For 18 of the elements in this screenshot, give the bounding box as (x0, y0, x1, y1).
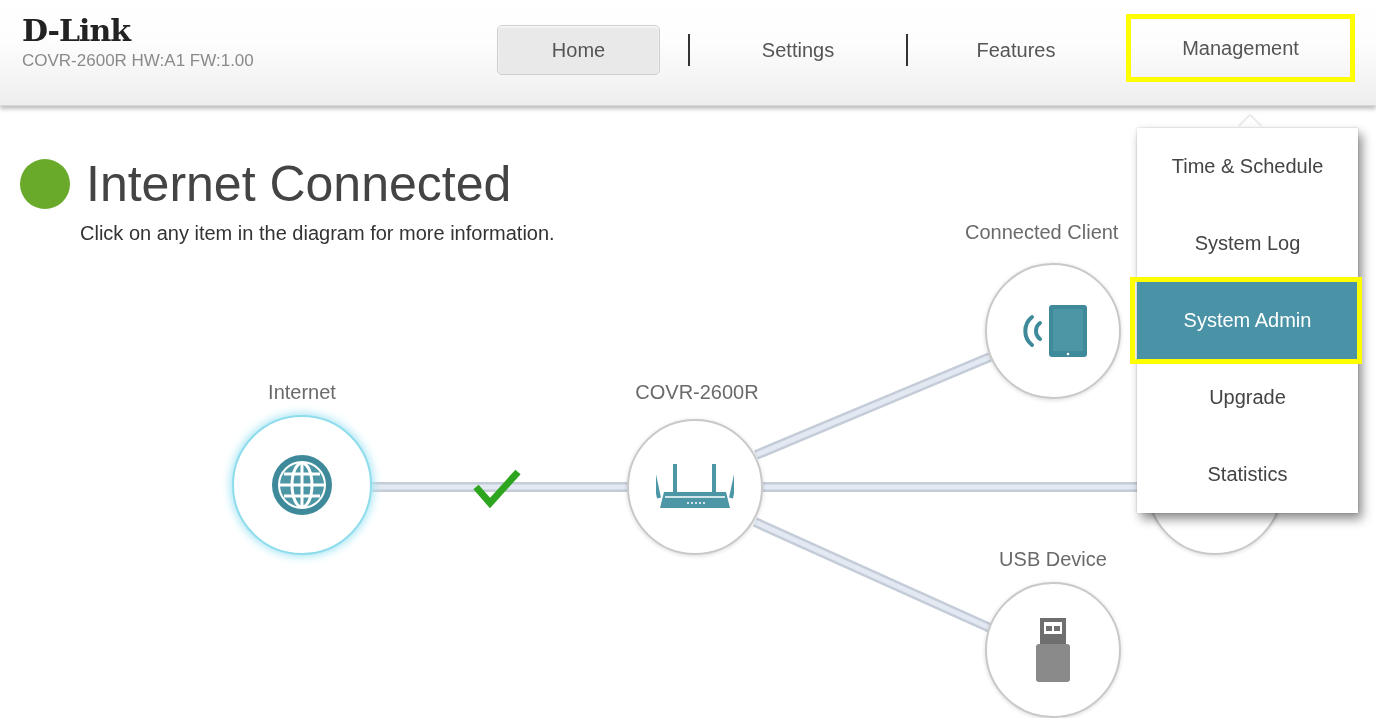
diagram-node[interactable] (232, 415, 372, 555)
nav-tab[interactable]: Management (1139, 23, 1342, 73)
router-icon (656, 464, 734, 510)
nav-tab[interactable]: Home (497, 25, 660, 75)
nav-tab[interactable]: Features (936, 25, 1096, 75)
node-label: COVR-2600R (635, 380, 759, 404)
diagram-hint: Click on any item in the diagram for more information. (80, 222, 556, 245)
device-info: COVR-2600R HW:A1 FW:1.00 (22, 50, 254, 72)
usb-drive-icon (1036, 618, 1070, 682)
menu-item[interactable]: Statistics (1137, 436, 1358, 513)
globe-icon (271, 454, 333, 516)
nav-tab[interactable]: Settings (718, 25, 878, 75)
menu-item[interactable]: Time & Schedule (1137, 128, 1358, 205)
node-label: USB Device (999, 547, 1107, 571)
logo: D-Link (22, 14, 131, 48)
node-label: Connected Client (965, 220, 1119, 244)
status-title: Internet Connected (86, 155, 512, 214)
node-label: Internet (268, 380, 336, 404)
